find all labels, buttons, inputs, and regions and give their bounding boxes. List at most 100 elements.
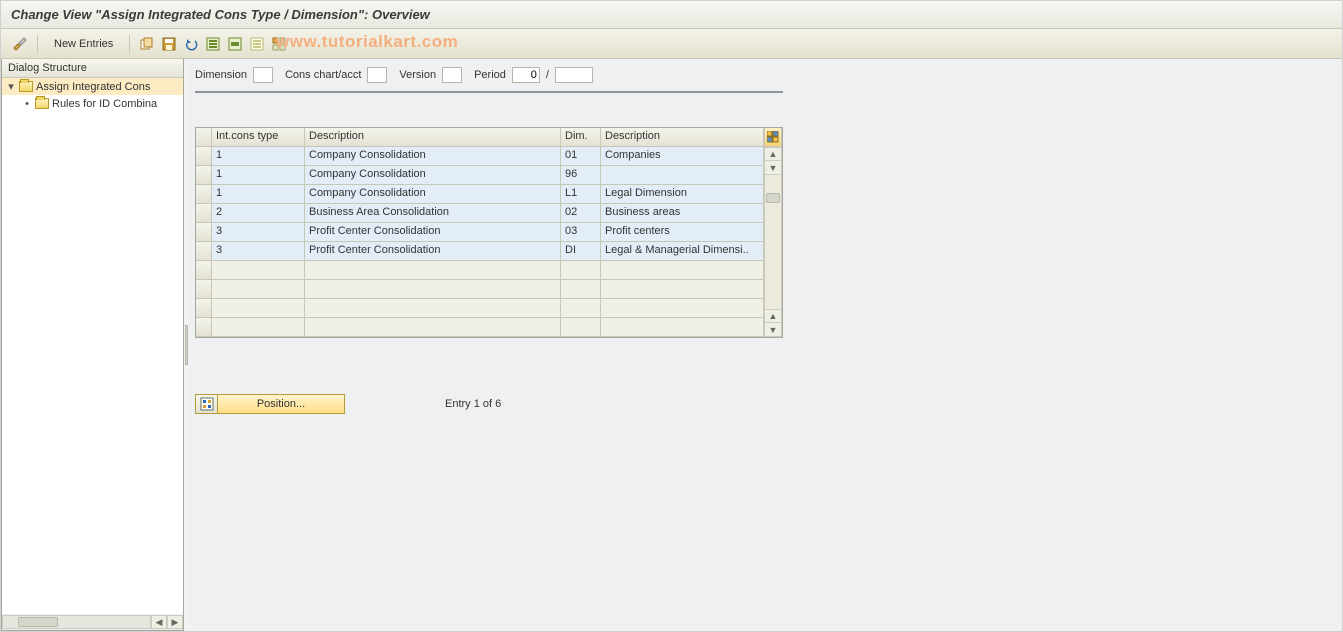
cell-dim[interactable]: 03 — [561, 223, 601, 242]
cell-dim[interactable] — [561, 318, 601, 337]
cell-description-2[interactable] — [601, 280, 764, 299]
row-selector[interactable] — [196, 261, 212, 280]
cell-int-cons-type[interactable]: 3 — [212, 223, 305, 242]
cell-description-1[interactable]: Company Consolidation — [305, 166, 561, 185]
cell-description-1[interactable]: Company Consolidation — [305, 185, 561, 204]
cell-int-cons-type[interactable] — [212, 299, 305, 318]
cell-description-1[interactable] — [305, 318, 561, 337]
application-toolbar: New Entries www.tutorialkart.com — [1, 29, 1342, 59]
scrollbar-track[interactable] — [764, 175, 782, 309]
cell-description-2[interactable]: Companies — [601, 147, 764, 166]
cell-int-cons-type[interactable]: 1 — [212, 166, 305, 185]
select-all-icon[interactable] — [204, 35, 222, 53]
table-row[interactable]: 3Profit Center Consolidation03Profit cen… — [196, 223, 782, 242]
copy-icon[interactable] — [138, 35, 156, 53]
scroll-right-icon[interactable]: ▶ — [167, 615, 183, 629]
cell-description-2[interactable] — [601, 261, 764, 280]
filter-period-input-b[interactable] — [555, 67, 593, 83]
cell-dim[interactable]: 96 — [561, 166, 601, 185]
deselect-icon[interactable] — [248, 35, 266, 53]
undo-icon[interactable] — [182, 35, 200, 53]
cell-int-cons-type[interactable] — [212, 318, 305, 337]
cell-description-2[interactable] — [601, 318, 764, 337]
tree-item-assign-integrated-cons[interactable]: ▾ Assign Integrated Cons — [2, 78, 183, 95]
cell-dim[interactable]: 02 — [561, 204, 601, 223]
scroll-up-icon[interactable]: ▲ — [764, 147, 782, 161]
row-selector[interactable] — [196, 242, 212, 261]
cell-dim[interactable]: L1 — [561, 185, 601, 204]
cell-description-2[interactable]: Legal Dimension — [601, 185, 764, 204]
table-row[interactable]: 1Company Consolidation96 — [196, 166, 782, 185]
select-block-icon[interactable] — [226, 35, 244, 53]
row-selector[interactable] — [196, 147, 212, 166]
table-row[interactable]: 1Company ConsolidationL1Legal Dimension — [196, 185, 782, 204]
cell-description-1[interactable] — [305, 299, 561, 318]
col-int-cons-type[interactable]: Int.cons type — [212, 128, 305, 146]
filter-cons-chart-input[interactable] — [367, 67, 387, 83]
row-selector-header[interactable] — [196, 128, 212, 146]
cell-description-1[interactable]: Company Consolidation — [305, 147, 561, 166]
row-selector[interactable] — [196, 318, 212, 337]
cell-description-1[interactable] — [305, 261, 561, 280]
dialog-structure-panel: Dialog Structure ▾ Assign Integrated Con… — [1, 59, 184, 631]
position-button[interactable]: Position... — [195, 394, 345, 414]
cell-int-cons-type[interactable]: 1 — [212, 147, 305, 166]
table-row[interactable]: 3Profit Center ConsolidationDILegal & Ma… — [196, 242, 782, 261]
cell-description-2[interactable]: Business areas — [601, 204, 764, 223]
cell-description-1[interactable] — [305, 280, 561, 299]
table-row-empty[interactable] — [196, 261, 782, 280]
cell-dim[interactable] — [561, 299, 601, 318]
cell-dim[interactable] — [561, 280, 601, 299]
col-dim[interactable]: Dim. — [561, 128, 601, 146]
tree-collapse-icon[interactable]: ▾ — [6, 80, 16, 93]
filter-version-label: Version — [399, 69, 436, 81]
table-row[interactable]: 1Company Consolidation01Companies — [196, 147, 782, 166]
table-row[interactable]: 2Business Area Consolidation02Business a… — [196, 204, 782, 223]
dialog-structure-header: Dialog Structure — [2, 59, 183, 78]
table-configure-button[interactable] — [764, 128, 782, 146]
filter-version-input[interactable] — [442, 67, 462, 83]
save-icon[interactable] — [160, 35, 178, 53]
scroll-down-icon[interactable]: ▼ — [764, 161, 782, 175]
new-entries-button[interactable]: New Entries — [46, 34, 121, 54]
table-row-empty[interactable] — [196, 318, 782, 337]
col-description-2[interactable]: Description — [601, 128, 764, 146]
row-selector[interactable] — [196, 204, 212, 223]
cell-dim[interactable]: DI — [561, 242, 601, 261]
cell-int-cons-type[interactable]: 1 — [212, 185, 305, 204]
table-row-empty[interactable] — [196, 280, 782, 299]
cell-int-cons-type[interactable]: 3 — [212, 242, 305, 261]
folder-closed-icon — [35, 98, 49, 109]
scroll-left-icon[interactable]: ◀ — [151, 615, 167, 629]
row-selector[interactable] — [196, 166, 212, 185]
wrench-pencil-icon[interactable] — [11, 35, 29, 53]
row-selector[interactable] — [196, 185, 212, 204]
cell-description-1[interactable]: Profit Center Consolidation — [305, 242, 561, 261]
scroll-down-end-icon[interactable]: ▼ — [764, 323, 782, 337]
filter-period-input-a[interactable] — [512, 67, 540, 83]
scroll-up-end-icon[interactable]: ▲ — [764, 309, 782, 323]
tree-horizontal-scrollbar[interactable]: ◀ ▶ — [2, 614, 183, 630]
cell-dim[interactable] — [561, 261, 601, 280]
cell-int-cons-type[interactable] — [212, 280, 305, 299]
cell-description-2[interactable] — [601, 299, 764, 318]
row-selector[interactable] — [196, 223, 212, 242]
scrollbar-track[interactable] — [2, 615, 151, 629]
table-vertical-scrollbar[interactable]: ▲ ▼ ▲ ▼ — [764, 147, 782, 337]
row-selector[interactable] — [196, 299, 212, 318]
table-row-empty[interactable] — [196, 299, 782, 318]
scrollbar-thumb[interactable] — [18, 617, 58, 627]
cell-description-1[interactable]: Profit Center Consolidation — [305, 223, 561, 242]
cell-dim[interactable]: 01 — [561, 147, 601, 166]
scrollbar-thumb[interactable] — [766, 193, 780, 203]
filter-dimension-input[interactable] — [253, 67, 273, 83]
cell-int-cons-type[interactable]: 2 — [212, 204, 305, 223]
tree-item-rules-for-id-combina[interactable]: • Rules for ID Combina — [2, 95, 183, 112]
cell-description-2[interactable]: Profit centers — [601, 223, 764, 242]
row-selector[interactable] — [196, 280, 212, 299]
cell-description-2[interactable]: Legal & Managerial Dimensi.. — [601, 242, 764, 261]
cell-int-cons-type[interactable] — [212, 261, 305, 280]
cell-description-1[interactable]: Business Area Consolidation — [305, 204, 561, 223]
cell-description-2[interactable] — [601, 166, 764, 185]
col-description-1[interactable]: Description — [305, 128, 561, 146]
